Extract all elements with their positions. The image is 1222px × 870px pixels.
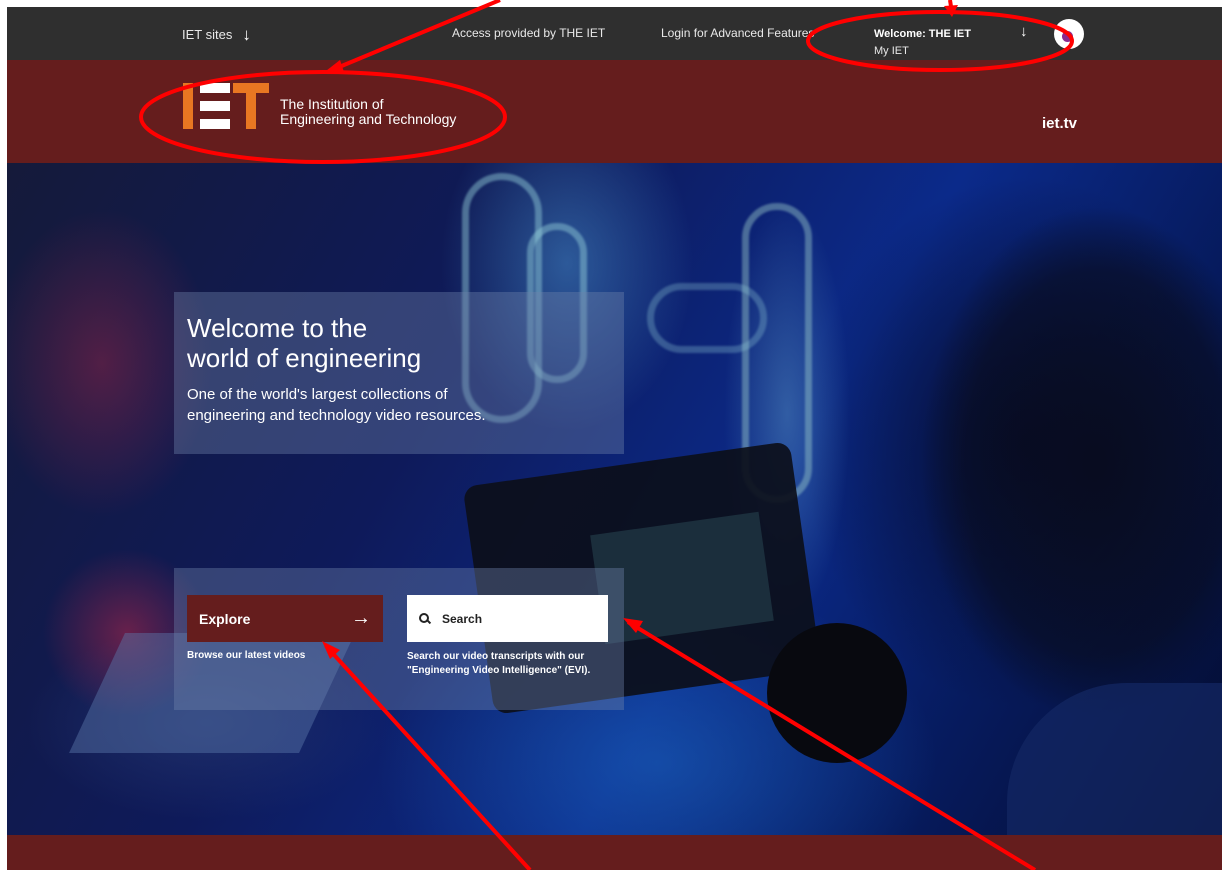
my-iet-link[interactable]: My IET [874,43,971,60]
welcome-subtitle: One of the world's largest collections o… [187,384,624,426]
search-button[interactable]: Search [407,595,608,642]
welcome-panel: Welcome to the world of engineering One … [174,292,624,454]
welcome-subtitle-line-2: engineering and technology video resourc… [187,407,486,424]
footer-bar [7,835,1222,870]
welcome-title-line-1: Welcome to the [187,313,368,343]
logo-line-2: Engineering and Technology [280,111,457,127]
explore-button[interactable]: Explore → [187,595,383,642]
hero-section: Welcome to the world of engineering One … [7,163,1222,835]
access-provided: Access provided by THE IET [452,26,605,40]
access-org: THE IET [559,26,606,40]
logo-text: The Institution of Engineering and Techn… [280,85,456,127]
iet-sites-label: IET sites [182,27,233,42]
arrow-down-icon: ↓ [242,25,251,44]
site-name-link[interactable]: iet.tv [1042,115,1077,132]
welcome-title: Welcome to the world of engineering [187,313,624,373]
iet-logo-mark-icon [183,83,269,129]
search-description-line-2: "Engineering Video Intelligence" (EVI). [407,665,591,676]
welcome-title-line-2: world of engineering [187,343,422,373]
brand-header: The Institution of Engineering and Techn… [7,60,1222,163]
explore-description: Browse our latest videos [187,650,306,661]
explore-label: Explore [199,610,251,627]
login-advanced-link[interactable]: Login for Advanced Features [661,26,814,40]
iet-logo[interactable]: The Institution of Engineering and Techn… [183,83,456,129]
welcome-text: Welcome: THE IET [874,28,971,40]
avatar-icon[interactable] [1054,19,1084,49]
search-label: Search [442,611,483,626]
access-label: Access provided by [452,26,557,40]
page-frame: IET sites ↓ Access provided by THE IET L… [7,7,1222,870]
welcome-subtitle-line-1: One of the world's largest collections o… [187,386,448,403]
iet-sites-menu[interactable]: IET sites ↓ [182,26,251,43]
utility-bar: IET sites ↓ Access provided by THE IET L… [7,7,1222,60]
hero-bg-camera-lens [767,623,907,763]
actions-panel: Explore → Browse our latest videos Searc… [174,568,624,710]
search-description: Search our video transcripts with our "E… [407,650,622,678]
search-description-line-1: Search our video transcripts with our [407,651,585,662]
logo-line-1: The Institution of [280,96,384,112]
user-menu[interactable]: Welcome: THE IET My IET [874,26,971,60]
user-menu-arrow-icon[interactable]: ↓ [1020,23,1028,40]
arrow-right-icon: → [351,607,371,629]
hero-bg-neon [647,283,767,353]
search-icon [419,613,430,624]
